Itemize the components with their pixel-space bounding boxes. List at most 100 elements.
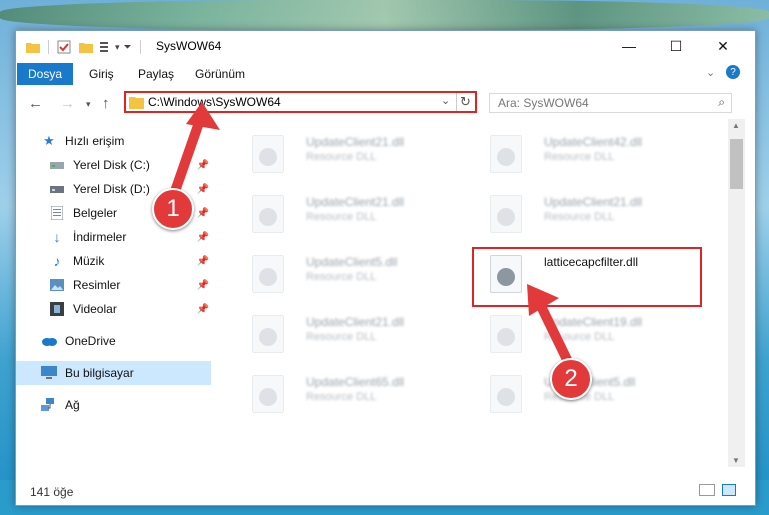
document-icon (49, 205, 65, 221)
file-type: Resource DLL (306, 211, 377, 223)
close-button[interactable]: ✕ (700, 31, 746, 61)
tab-giris[interactable]: Giriş (89, 67, 114, 81)
file-item[interactable]: UpdateClient21.dll Resource DLL (234, 189, 464, 239)
file-item[interactable]: UpdateClient21.dll Resource DLL (472, 189, 702, 239)
pin-icon: 📌 (196, 255, 209, 267)
tab-gorunum[interactable]: Görünüm (195, 67, 245, 81)
download-icon: ↓ (53, 229, 61, 245)
dll-file-icon (490, 195, 522, 233)
file-type: Resource DLL (306, 331, 377, 343)
pin-icon: 📌 (196, 231, 209, 243)
properties-icon[interactable] (57, 40, 71, 54)
network-icon (41, 397, 57, 413)
new-folder-icon[interactable] (79, 41, 93, 53)
navigation-bar: ← → ▾ ↑ C:\Windows\SysWOW64 ⌄ ↻ Ara: Sys… (16, 87, 755, 119)
drive-icon (49, 157, 65, 173)
customize-icon[interactable] (99, 40, 113, 54)
toolbar-divider (139, 40, 141, 54)
recent-locations-icon[interactable]: ▾ (86, 99, 91, 110)
file-name: UpdateClient65.dll (306, 375, 405, 389)
vertical-scrollbar[interactable]: ▲ ▼ (728, 119, 745, 467)
search-box[interactable]: Ara: SysWOW64 ⌕ (489, 93, 732, 113)
dropdown-icon[interactable]: ⏷ (124, 42, 132, 53)
address-dropdown-icon[interactable]: ⌄ (441, 94, 450, 107)
file-item[interactable]: UpdateClient42.dll Resource DLL (472, 129, 702, 179)
sidebar-item-label: Videolar (73, 302, 117, 316)
file-item[interactable]: UpdateClient65.dll Resource DLL (234, 369, 464, 419)
step-badge-1: 1 (152, 188, 194, 230)
dll-file-icon (252, 195, 284, 233)
sidebar-item-label: Müzik (73, 254, 105, 268)
ribbon: Dosya Giriş Paylaş Görünüm ⌄ ? (16, 63, 755, 85)
minimize-button[interactable]: — (606, 31, 652, 61)
scroll-up-icon[interactable]: ▲ (732, 121, 740, 130)
title-bar: ▾ ⏷ SysWOW64 — ☐ ✕ (16, 31, 755, 63)
star-icon: ★ (43, 133, 55, 148)
dll-file-icon (252, 375, 284, 413)
computer-icon (41, 365, 57, 381)
file-item[interactable]: UpdateClient21.dll Resource DLL (234, 129, 464, 179)
file-type: Resource DLL (544, 211, 615, 223)
sidebar-item-this-pc[interactable]: Bu bilgisayar (16, 361, 211, 385)
search-icon[interactable]: ⌕ (718, 95, 725, 110)
folder-icon (129, 97, 144, 109)
music-icon: ♪ (53, 253, 61, 269)
folder-icon[interactable] (26, 41, 40, 53)
file-item[interactable]: UpdateClient5.dll Resource DLL (234, 249, 464, 299)
up-arrow-icon[interactable]: ↑ (102, 95, 110, 112)
file-type: Resource DLL (306, 151, 377, 163)
quick-access-toolbar: ▾ ⏷ (26, 38, 149, 56)
file-name: UpdateClient21.dll (306, 195, 405, 209)
search-input[interactable]: Ara: SysWOW64 (498, 96, 589, 110)
file-name: UpdateClient21.dll (306, 135, 405, 149)
file-name: UpdateClient42.dll (544, 135, 643, 149)
refresh-icon[interactable]: ↻ (460, 94, 471, 110)
sidebar-item-label: Bu bilgisayar (65, 366, 134, 380)
sidebar-item-label: Resimler (73, 278, 121, 292)
back-arrow-icon[interactable]: ← (28, 95, 43, 112)
sidebar-item-label: Yerel Disk (C:) (73, 158, 150, 172)
sidebar-item-music[interactable]: ♪ Müzik 📌 (16, 249, 211, 273)
sidebar-item-label: Belgeler (73, 206, 118, 220)
dll-file-icon (490, 135, 522, 173)
tab-dosya[interactable]: Dosya (17, 63, 73, 85)
pictures-icon (49, 277, 65, 293)
film-icon (49, 301, 65, 317)
address-divider (456, 93, 457, 111)
sidebar-item-label: Hızlı erişim (65, 134, 125, 148)
forward-arrow-icon[interactable]: → (60, 95, 75, 112)
dll-file-icon (252, 255, 284, 293)
dll-file-icon (252, 315, 284, 353)
file-type: Resource DLL (544, 151, 615, 163)
sidebar-item-downloads[interactable]: ↓ İndirmeler 📌 (16, 225, 211, 249)
window-title: SysWOW64 (156, 39, 222, 53)
file-name: UpdateClient5.dll (306, 255, 398, 269)
drive-icon (49, 181, 65, 197)
file-item[interactable]: UpdateClient21.dll Resource DLL (234, 309, 464, 359)
pin-icon: 📌 (196, 303, 209, 315)
expand-ribbon-icon[interactable]: ⌄ (706, 66, 715, 79)
chevron-down-icon[interactable]: ▾ (115, 42, 120, 53)
dll-file-icon (252, 135, 284, 173)
background-foliage (0, 0, 769, 30)
dll-file-icon (490, 375, 522, 413)
tab-paylas[interactable]: Paylaş (138, 67, 174, 81)
sidebar-item-label: OneDrive (65, 334, 116, 348)
scroll-down-icon[interactable]: ▼ (732, 456, 740, 465)
sidebar-item-videos[interactable]: Videolar 📌 (16, 297, 211, 321)
scrollbar-thumb[interactable] (730, 139, 743, 189)
toolbar-divider (48, 40, 49, 54)
cloud-icon (41, 333, 57, 349)
help-icon[interactable]: ? (726, 65, 740, 79)
file-name: UpdateClient21.dll (544, 195, 643, 209)
file-type: Resource DLL (306, 271, 377, 283)
sidebar-item-network[interactable]: Ağ (16, 393, 211, 417)
large-icons-view-icon[interactable] (722, 484, 736, 496)
details-view-icon[interactable] (699, 484, 715, 496)
sidebar-item-label: Yerel Disk (D:) (73, 182, 150, 196)
status-bar: 141 öğe (16, 477, 755, 505)
maximize-button[interactable]: ☐ (653, 31, 699, 61)
sidebar-item-pictures[interactable]: Resimler 📌 (16, 273, 211, 297)
file-name: UpdateClient21.dll (306, 315, 405, 329)
sidebar-item-onedrive[interactable]: OneDrive (16, 329, 211, 353)
